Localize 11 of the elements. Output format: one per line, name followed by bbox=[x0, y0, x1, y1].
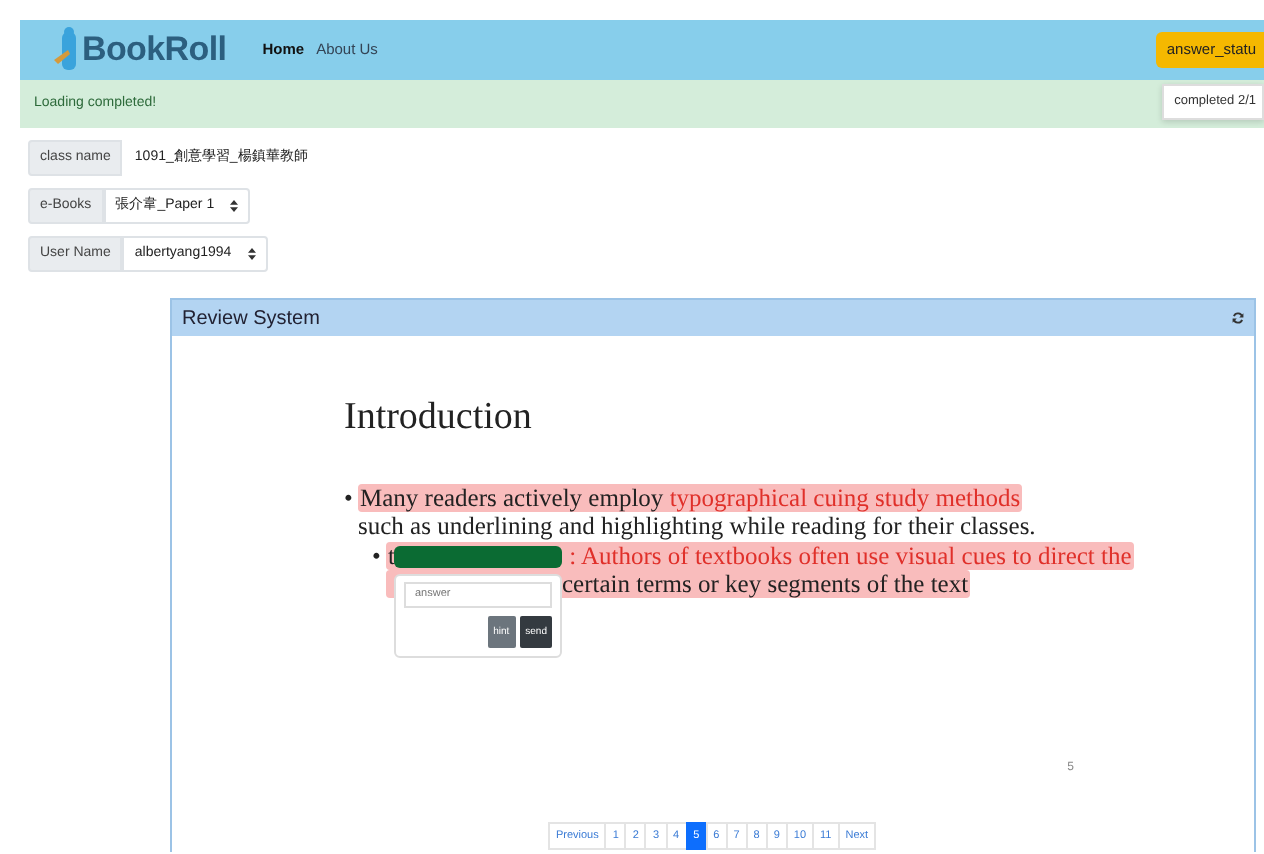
brand-logo[interactable]: BookRoll bbox=[82, 24, 227, 76]
logo-icon bbox=[52, 26, 80, 74]
slide-heading: Introduction bbox=[344, 394, 534, 442]
sort-caret-icon bbox=[247, 248, 256, 260]
bullet-mark: • bbox=[344, 483, 353, 511]
bullet-mark: • bbox=[372, 541, 381, 569]
text-line: such as underlining and highlighting while reading for their classes. bbox=[358, 511, 1036, 539]
panel-title: Review System bbox=[182, 305, 320, 333]
refresh-icon[interactable] bbox=[1232, 312, 1244, 324]
highlighted-text: Many readers actively employ typographical cuing study methods bbox=[358, 483, 1023, 511]
sort-caret-icon bbox=[230, 200, 239, 212]
